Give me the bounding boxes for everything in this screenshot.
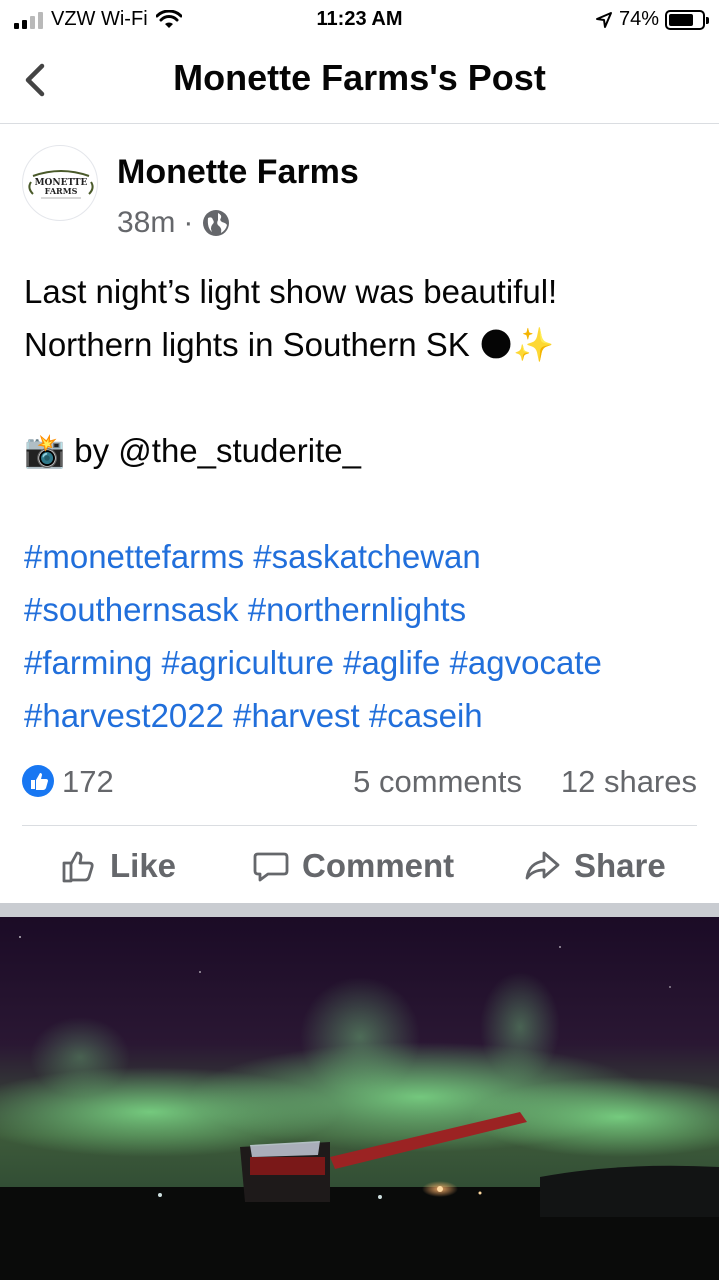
post-photo[interactable] [0,917,719,1280]
avatar[interactable]: MONETTE FARMS [22,145,98,221]
page-name[interactable]: Monette Farms [117,153,359,192]
post-line: Northern lights in Southern SK 🌑✨ [24,318,704,371]
moon-sparkles-emoji: 🌑✨ [478,325,555,364]
post-line-text: Northern lights in Southern SK [24,326,470,363]
status-right: 74% [595,8,709,31]
comments-count[interactable]: 5 comments [353,764,522,800]
share-label: Share [574,847,666,884]
nav-header: Monette Farms's Post [0,40,719,124]
hashtag-line[interactable]: #southernsask #northernlights [24,583,704,636]
northern-lights-image [0,917,719,1280]
engagement-counts: 172 5 comments 12 shares [22,762,697,804]
hashtags: #monettefarms #saskatchewan #southernsas… [24,530,704,742]
share-button[interactable]: Share [524,838,666,894]
location-arrow-icon [595,11,612,28]
globe-icon [203,210,230,236]
like-label: Like [110,847,177,884]
action-bar: Like Comment Share [0,838,719,894]
post-text: Last night’s light show was beautiful! N… [24,265,704,742]
reaction-count[interactable]: 172 [62,764,114,800]
hashtag-line[interactable]: #monettefarms #saskatchewan [24,530,704,583]
meta-separator: · [183,206,194,239]
feed-separator [0,903,719,917]
credit-line: 📸 by @the_studerite_ [24,424,704,477]
thumbs-up-icon [62,851,94,883]
monette-farms-logo: MONETTE FARMS [28,170,94,199]
battery-fill [669,13,693,26]
battery-percent: 74% [618,8,659,30]
credit-text: by @the_studerite_ [74,432,361,469]
battery-icon [665,9,709,30]
comment-button[interactable]: Comment [252,838,454,894]
post-meta: 38m · [117,206,231,240]
status-bar: VZW Wi-Fi 11:23 AM 74% [0,0,719,40]
post-line: Last night’s light show was beautiful! [24,273,558,310]
share-arrow-icon [525,851,560,880]
comment-label: Comment [302,847,455,884]
page-title: Monette Farms's Post [173,57,546,98]
like-reaction-icon[interactable] [22,765,54,797]
post-time[interactable]: 38m [117,206,175,240]
like-button[interactable]: Like [60,838,176,894]
shares-count[interactable]: 12 shares [561,764,697,800]
speech-bubble-icon [253,852,289,882]
hashtag-line[interactable]: #farming #agriculture #aglife #agvocate [24,636,704,689]
hashtag-line[interactable]: #harvest2022 #harvest #caseih [24,689,704,742]
camera-flash-emoji: 📸 [24,431,66,470]
divider [22,825,697,826]
svg-text:FARMS: FARMS [45,186,78,196]
